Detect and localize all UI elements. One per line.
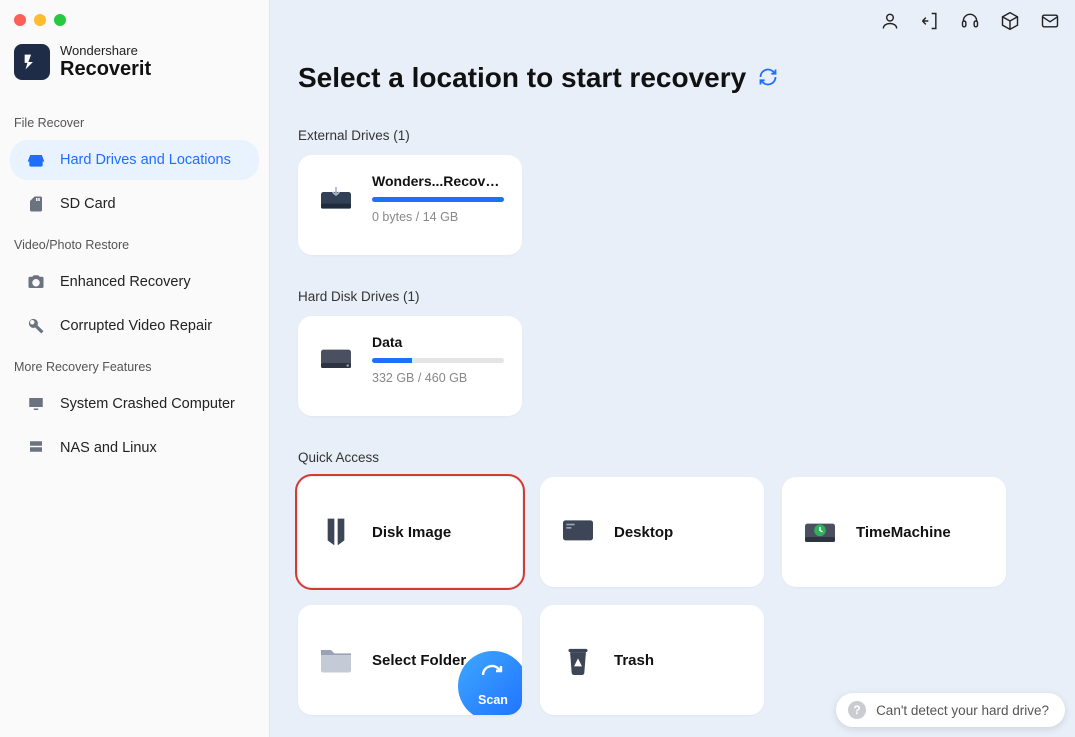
brand-logo-icon	[14, 44, 50, 80]
support-icon[interactable]	[959, 10, 981, 32]
quick-timemachine[interactable]: TimeMachine	[782, 477, 1006, 587]
sidebar-item-hard-drives[interactable]: Hard Drives and Locations	[10, 140, 259, 180]
brand-big: Recoverit	[60, 58, 151, 80]
refresh-icon[interactable]	[758, 62, 778, 94]
usage-bar	[372, 197, 504, 202]
window-controls	[0, 8, 269, 44]
mail-icon[interactable]	[1039, 10, 1061, 32]
account-icon[interactable]	[879, 10, 901, 32]
sidebar-item-corrupted-video[interactable]: Corrupted Video Repair	[10, 306, 259, 346]
sd-card-icon	[26, 194, 46, 214]
sidebar-item-label: SD Card	[60, 196, 116, 212]
wrench-icon	[26, 316, 46, 336]
main-area: Select a location to start recovery Exte…	[270, 0, 1075, 737]
card-title: Data	[372, 334, 504, 350]
sidebar-item-label: NAS and Linux	[60, 440, 157, 456]
server-icon	[26, 438, 46, 458]
sidebar-section-label: More Recovery Features	[0, 354, 269, 380]
close-window-icon[interactable]	[14, 14, 26, 26]
package-icon[interactable]	[999, 10, 1021, 32]
page-title: Select a location to start recovery	[298, 62, 1047, 94]
scan-label: Scan	[478, 693, 508, 707]
timemachine-icon	[800, 512, 840, 552]
sidebar-item-nas-linux[interactable]: NAS and Linux	[10, 428, 259, 468]
usage-bar	[372, 358, 504, 363]
quick-access-label: Quick Access	[298, 450, 1047, 465]
sidebar-item-sd-card[interactable]: SD Card	[10, 184, 259, 224]
hdd-card[interactable]: Data 332 GB / 460 GB	[298, 316, 522, 416]
drive-icon	[26, 150, 46, 170]
external-drive-card[interactable]: Wonders...Recoverit 0 bytes / 14 GB	[298, 155, 522, 255]
card-sub: 0 bytes / 14 GB	[372, 210, 504, 224]
sidebar-item-label: System Crashed Computer	[60, 396, 235, 412]
card-title: TimeMachine	[856, 524, 988, 541]
disk-image-icon	[316, 512, 356, 552]
card-title: Trash	[614, 652, 746, 669]
hdd-icon	[316, 338, 356, 378]
quick-desktop[interactable]: Desktop	[540, 477, 764, 587]
card-title: Disk Image	[372, 524, 504, 541]
sidebar-item-label: Hard Drives and Locations	[60, 152, 231, 168]
login-icon[interactable]	[919, 10, 941, 32]
quick-select-folder[interactable]: Select Folder Scan	[298, 605, 522, 715]
top-toolbar	[879, 10, 1061, 32]
sidebar-item-system-crash[interactable]: System Crashed Computer	[10, 384, 259, 424]
quick-disk-image[interactable]: Disk Image	[298, 477, 522, 587]
camera-icon	[26, 272, 46, 292]
brand: Wondershare Recoverit	[0, 44, 269, 102]
minimize-window-icon[interactable]	[34, 14, 46, 26]
help-text: Can't detect your hard drive?	[876, 703, 1049, 718]
sidebar-section-label: Video/Photo Restore	[0, 232, 269, 258]
help-detect-drive[interactable]: ? Can't detect your hard drive?	[836, 693, 1065, 727]
maximize-window-icon[interactable]	[54, 14, 66, 26]
quick-trash[interactable]: Trash	[540, 605, 764, 715]
card-title: Desktop	[614, 524, 746, 541]
sidebar-section-label: File Recover	[0, 110, 269, 136]
card-title: Wonders...Recoverit	[372, 173, 504, 189]
hdd-label: Hard Disk Drives (1)	[298, 289, 1047, 304]
monitor-icon	[26, 394, 46, 414]
card-sub: 332 GB / 460 GB	[372, 371, 504, 385]
desktop-icon	[558, 512, 598, 552]
page-title-text: Select a location to start recovery	[298, 62, 746, 94]
help-icon: ?	[848, 701, 866, 719]
brand-small: Wondershare	[60, 44, 151, 58]
sidebar-item-enhanced-recovery[interactable]: Enhanced Recovery	[10, 262, 259, 302]
sidebar: Wondershare Recoverit File Recover Hard …	[0, 0, 270, 737]
external-drives-label: External Drives (1)	[298, 128, 1047, 143]
external-drive-icon	[316, 177, 356, 217]
trash-icon	[558, 640, 598, 680]
folder-icon	[316, 640, 356, 680]
sidebar-item-label: Corrupted Video Repair	[60, 318, 212, 334]
sidebar-item-label: Enhanced Recovery	[60, 274, 191, 290]
scan-button[interactable]: Scan	[458, 651, 522, 715]
